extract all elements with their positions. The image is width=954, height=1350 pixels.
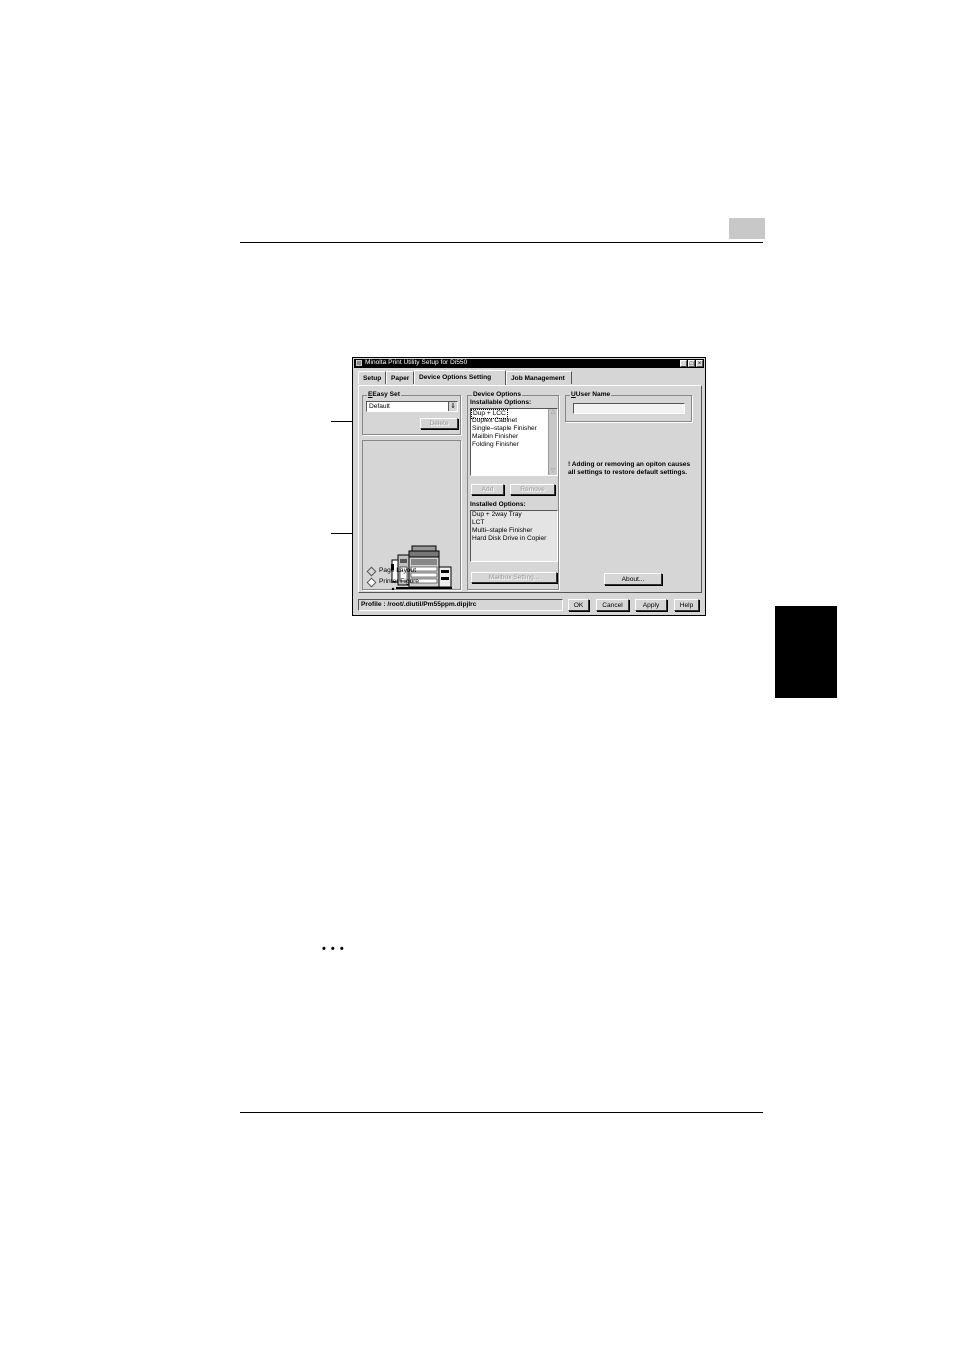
chapter-thumb-tab (775, 606, 837, 698)
radio-page-layout-mark[interactable] (366, 566, 377, 577)
radio-page-layout-label: Page Layout (379, 567, 417, 574)
close-button[interactable]: × (696, 360, 703, 367)
installed-options-list[interactable]: Dup + 2way Tray LCT Multi–staple Finishe… (470, 510, 558, 562)
user-name-group: UUser Name (565, 391, 692, 422)
preview-panel: Page Layout Printer Figure (362, 440, 461, 591)
tab-job-management[interactable]: Job Management (506, 371, 572, 384)
about-button[interactable]: About... (604, 573, 662, 585)
installed-options-label: Installed Options: (470, 501, 526, 508)
easy-set-group: EEasy Set Default ⇓ Delete (362, 391, 461, 435)
radio-printer-figure-mark[interactable] (366, 577, 377, 588)
continuation-ellipsis: • • • (322, 943, 345, 955)
chapter-marker (729, 218, 765, 239)
mailbox-setting-button[interactable]: Mailbox Setting... (471, 572, 557, 583)
help-button[interactable]: Help (674, 599, 699, 611)
user-name-field[interactable] (573, 403, 685, 414)
footer-rule (240, 1112, 763, 1113)
scroll-down-icon[interactable]: ▽ (550, 468, 556, 476)
easy-set-label: EEasy Set (367, 391, 401, 400)
tab-setup[interactable]: Setup (358, 371, 386, 384)
installable-option-item[interactable]: Single–staple Finisher (472, 425, 537, 433)
tab-paper[interactable]: Paper (386, 371, 414, 384)
installed-option-item[interactable]: Dup + 2way Tray (472, 511, 522, 519)
title-bar[interactable]: Minolta Print Utility Setup for Di550 _ … (354, 359, 704, 368)
user-name-label: UUser Name (570, 391, 612, 400)
installable-option-item[interactable]: Mailbin Finisher (472, 433, 518, 441)
cancel-button[interactable]: Cancel (596, 599, 629, 611)
device-options-panel: EEasy Set Default ⇓ Delete Page Layout P… (358, 385, 702, 593)
installable-list-scrollbar[interactable]: △ ▽ (548, 409, 557, 475)
scroll-up-icon[interactable]: △ (550, 409, 556, 417)
add-button[interactable]: Add (471, 484, 504, 495)
remove-button[interactable]: Remove (510, 484, 555, 495)
radio-printer-figure-label: Printer Figure (379, 578, 419, 585)
apply-button[interactable]: Apply (635, 599, 667, 611)
minimize-button[interactable]: _ (680, 360, 687, 367)
print-utility-dialog: Minolta Print Utility Setup for Di550 _ … (352, 357, 706, 616)
header-rule (240, 242, 763, 243)
profile-path: Profile : /root/.diutil/Pm55ppm.dipjlrc (361, 601, 477, 608)
dropdown-arrow-icon[interactable]: ⇓ (448, 402, 457, 411)
options-warning-text: ! Adding or removing an opiton causes al… (568, 461, 691, 477)
tab-device-options-setting[interactable]: Device Options Setting (414, 370, 506, 385)
ok-button[interactable]: OK (568, 599, 589, 611)
radio-page-layout[interactable]: Page Layout (366, 566, 417, 577)
installable-option-item[interactable]: Folding Finisher (472, 441, 519, 449)
installable-option-item[interactable]: Duplex Cabinet (472, 417, 517, 425)
easy-set-value: Default (369, 403, 390, 410)
installable-options-label: Installable Options: (470, 399, 532, 406)
delete-button[interactable]: Delete (420, 418, 458, 429)
radio-printer-figure[interactable]: Printer Figure (366, 577, 419, 588)
installed-option-item[interactable]: Hard Disk Drive in Copier (472, 535, 546, 543)
device-options-label: Device Options (472, 391, 523, 400)
status-bar: Profile : /root/.diutil/Pm55ppm.dipjlrc (358, 599, 563, 611)
installable-options-list[interactable]: Dup + LCC Duplex Cabinet Single–staple F… (470, 408, 558, 476)
window-menu-icon[interactable] (356, 360, 362, 366)
installed-option-item[interactable]: Multi–staple Finisher (472, 527, 532, 535)
window-title: Minolta Print Utility Setup for Di550 (365, 359, 468, 366)
maximize-button[interactable]: □ (688, 360, 695, 367)
installed-option-item[interactable]: LCT (472, 519, 484, 527)
easy-set-combo[interactable]: Default ⇓ (366, 401, 458, 412)
device-options-group: Device Options Installable Options: Dup … (467, 391, 559, 590)
